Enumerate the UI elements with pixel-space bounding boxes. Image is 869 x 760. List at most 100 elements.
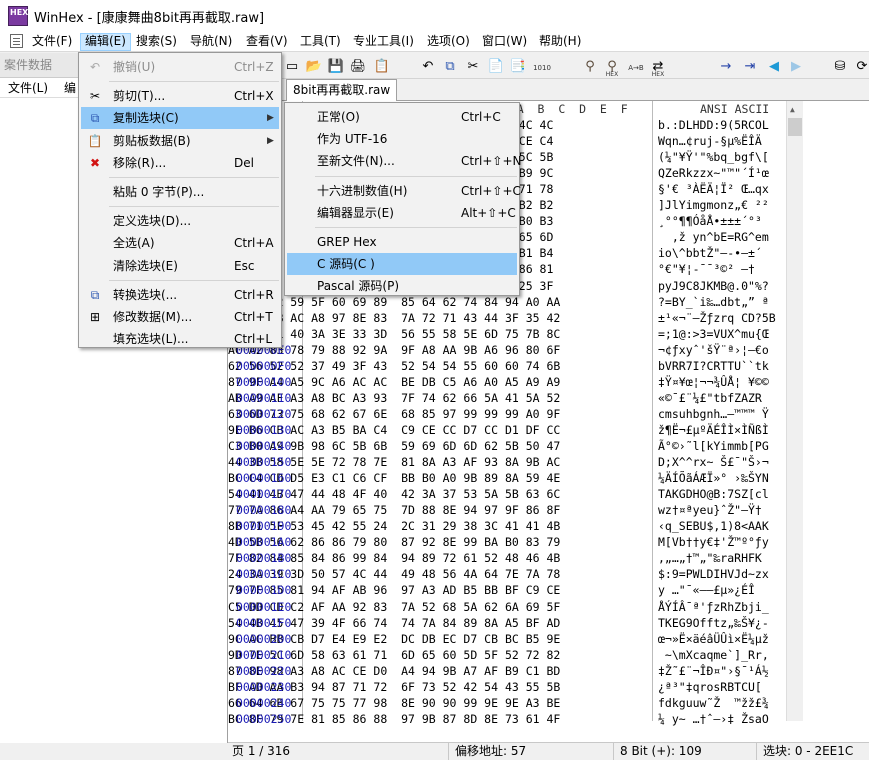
edit-menu-item-3[interactable]: ⧉ 复制选块(C) ▶ [81,107,279,130]
menu-file[interactable]: 文件(F) [28,33,76,51]
menu-search[interactable]: 搜索(S) [132,33,181,51]
copy-submenu-item-2[interactable]: 至新文件(N)... Ctrl+⇧+N [287,150,522,172]
edit-menu-item-11[interactable]: 清除选块(E) Esc [81,255,279,277]
edit-menu-item-13[interactable]: ⧉ 转换选块(... Ctrl+R [81,284,279,306]
menu-item-shortcut: Ctrl+A [234,236,274,251]
hex-row[interactable]: 00000100 87 9F A4 A5 9C A6 AC AC BE DB C5… [228,374,786,390]
hex-row[interactable]: 000001B0 7F 82 84 85 84 86 99 84 94 89 72… [228,550,786,566]
edit-menu-item-7[interactable]: 粘贴 0 字节(P)... [81,181,279,203]
cut-icon: ✂ [89,89,101,104]
title-bar[interactable]: HEX WinHex - [康康舞曲8bit再再截取.raw] [0,0,869,31]
ascii-text: ‡Ž˜£¨¬ÎÐ¤"›§¯¹Á½ [658,663,769,678]
hex-row[interactable]: 00000190 8B 71 5F 53 45 42 55 24 2C 31 29… [228,518,786,534]
modify-data-icon: ⊞ [89,310,101,324]
hex-row[interactable]: 000001E0 C5 DD CD C2 AF AA 92 83 7A 52 68… [228,599,786,615]
file-tab[interactable]: 8bit再再截取.raw [286,79,398,101]
hex-row[interactable]: 000001A0 4D 5B 56 62 86 86 79 80 87 92 8E… [228,534,786,550]
hex-row[interactable]: 000001D0 79 7F 85 81 94 AF AB 96 97 A3 AD… [228,582,786,598]
edit-menu-item-9[interactable]: 定义选块(D)... [81,210,279,232]
disk-icon[interactable]: ⛁ [830,56,850,76]
goto-sector-icon[interactable]: ⇥ [740,56,760,76]
hex-row[interactable]: 00000180 77 7A 86 A4 AA 79 65 75 7D 88 8E… [228,502,786,518]
hex-row[interactable]: 00000130 9E B6 CB AC A3 B5 BA C4 C9 CE CC… [228,422,786,438]
hex-row[interactable]: 000000F0 62 56 52 52 37 49 3F 43 52 54 54… [228,358,786,374]
edit-menu-item-0[interactable]: ↶ 撤销(U) Ctrl+Z [81,56,279,78]
menu-window[interactable]: 窗口(W) [478,33,531,51]
copy-submenu-item-9[interactable]: Pascal 源码(P) [287,275,517,297]
properties-icon[interactable]: 📋 [372,56,392,76]
menu-options[interactable]: 选项(O) [423,33,474,51]
menu-edit[interactable]: 编辑(E) [80,33,131,51]
hex-row[interactable]: 00000200 9C AC BB CB D7 E4 E9 E2 DC DB EC… [228,631,786,647]
status-selection: 选块: 0 - 2EE1C [756,743,869,760]
back-icon[interactable]: ◀ [764,56,784,76]
copy-submenu-item-1[interactable]: 作为 UTF-16 [287,128,517,150]
edit-menu-item-5[interactable]: ✖ 移除(R)... Del [81,152,279,174]
case-edit-menu[interactable]: 编 [64,80,76,96]
hex-row[interactable]: 00000160 BC C4 CD D5 E3 C1 C6 CF BB B0 A0… [228,470,786,486]
offset-cell: 000001B0 [236,551,292,566]
menu-navigate[interactable]: 导航(N) [186,33,236,51]
edit-menu-item-10[interactable]: 全选(A) Ctrl+A [81,232,279,254]
undo-icon[interactable]: ↶ [418,56,438,76]
menu-item-label: Pascal 源码(P) [317,279,400,294]
ascii-text: Wqn…¢ruj-§µ%ËÎÄ [658,134,762,149]
case-file-menu[interactable]: 文件(L) [8,80,48,96]
hex-row[interactable]: 00000110 AB A9 AF A3 A8 BC A3 93 7F 74 62… [228,390,786,406]
menu-specialist[interactable]: 专业工具(I) [349,33,418,51]
edit-menu-item-4[interactable]: 📋 剪贴板数据(B) ▶ [81,130,279,152]
vertical-scrollbar[interactable]: ▲ [786,101,803,721]
copy-icon[interactable]: ⧉ [440,56,460,76]
binary-icon[interactable]: 1010 [532,56,552,76]
replace-icon[interactable]: A→B [626,56,646,76]
hex-row[interactable]: 000001C0 24 3A 39 3D 50 57 4C 44 49 48 56… [228,566,786,582]
menu-separator [109,177,279,178]
replace-hex-icon[interactable]: ⇄ HEX [648,56,668,78]
open-file-icon[interactable]: 📂 [304,56,324,76]
hex-row[interactable]: 00000170 54 41 4B 47 44 48 4F 40 42 3A 37… [228,486,786,502]
hex-row[interactable]: 00000140 C3 B0 A9 9B 98 6C 5B 6B 59 69 6D… [228,438,786,454]
copy-submenu-item-0[interactable]: 正常(O) Ctrl+C [287,106,517,128]
ascii-text: M[Vb††y€‡'Ž™º°ƒy [658,535,769,550]
menu-help[interactable]: 帮助(H) [535,33,585,51]
offset-cell: 00000110 [236,390,292,405]
new-file-icon[interactable]: ▭ [282,56,302,76]
menu-view[interactable]: 查看(V) [242,33,292,51]
hex-row[interactable]: 00000240 66 64 6B 67 75 75 77 98 8E 90 90… [228,695,786,711]
find-hex-icon[interactable]: ⚲ HEX [602,56,622,78]
hex-col-c: C [558,102,566,116]
ascii-text: fdkguuw˜Ž ™žž£¾ [658,695,769,710]
hex-row[interactable]: 00000150 44 3B 58 5E 5E 72 78 7E 81 8A A3… [228,454,786,470]
find-icon[interactable]: ⚲ [580,56,600,76]
hex-row[interactable]: 3D 3B 31 40 3A 3E 33 3D 56 55 58 5E 6D 7… [228,326,786,342]
hex-row[interactable]: 00000230 BF AD AA B3 94 87 71 72 6F 73 52… [228,679,786,695]
hex-row[interactable]: 00000220 87 8E 98 A3 A8 AC CE D0 A4 94 9B… [228,663,786,679]
hex-row[interactable]: 000001F0 54 4B 45 47 39 4F 66 74 74 7A 84… [228,615,786,631]
hex-row[interactable]: 00000210 9D 7E 5C 6D 58 63 61 71 6D 65 60… [228,647,786,663]
edit-menu-item-14[interactable]: ⊞ 修改数据(M)... Ctrl+T [81,306,279,328]
print-icon[interactable]: 🖨 [348,56,368,76]
cut-icon[interactable]: ✂ [463,56,483,76]
hex-row[interactable]: 00000250 BC 8F 79 7E 81 85 86 88 97 9B 87… [228,711,786,727]
edit-menu-item-2[interactable]: ✂ 剪切(T)... Ctrl+X [81,85,279,107]
hex-row[interactable]: B1 B9 AB AC A8 97 8E 83 7A 72 71 43 44 3… [228,310,786,326]
copy-submenu-item-5[interactable]: 编辑器显示(E) Alt+⇧+C [287,202,517,224]
scroll-thumb[interactable] [788,118,802,136]
scroll-up-icon[interactable]: ▲ [790,105,795,114]
paste-special-icon[interactable]: 📑 [508,56,528,76]
copy-submenu-item-4[interactable]: 十六进制数值(H) Ctrl+⇧+C [287,180,521,202]
paste-icon[interactable]: 📄 [486,56,506,76]
menu-tools[interactable]: 工具(T) [296,33,345,51]
document-icon[interactable] [10,34,23,48]
menu-item-label: 修改数据(M)... [113,310,193,324]
copy-submenu-item-8[interactable]: C 源码(C ) [287,253,517,276]
hex-row[interactable]: 000000E0 AC A2 83 78 79 88 92 9A 9F A8 AA… [228,342,786,358]
menu-item-label: C 源码(C ) [317,257,375,272]
forward-icon[interactable]: ▶ [786,56,806,76]
save-icon[interactable]: 💾 [326,56,346,76]
goto-offset-icon[interactable]: → [716,56,736,76]
edit-menu-item-15[interactable]: 填充选块(L)... Ctrl+L [81,328,279,350]
hex-row[interactable]: 00000120 63 6D 73 75 68 62 67 6E 68 85 97… [228,406,786,422]
copy-submenu-item-7[interactable]: GREP Hex [287,231,517,253]
refresh-icon[interactable]: ⟳ [852,56,869,76]
